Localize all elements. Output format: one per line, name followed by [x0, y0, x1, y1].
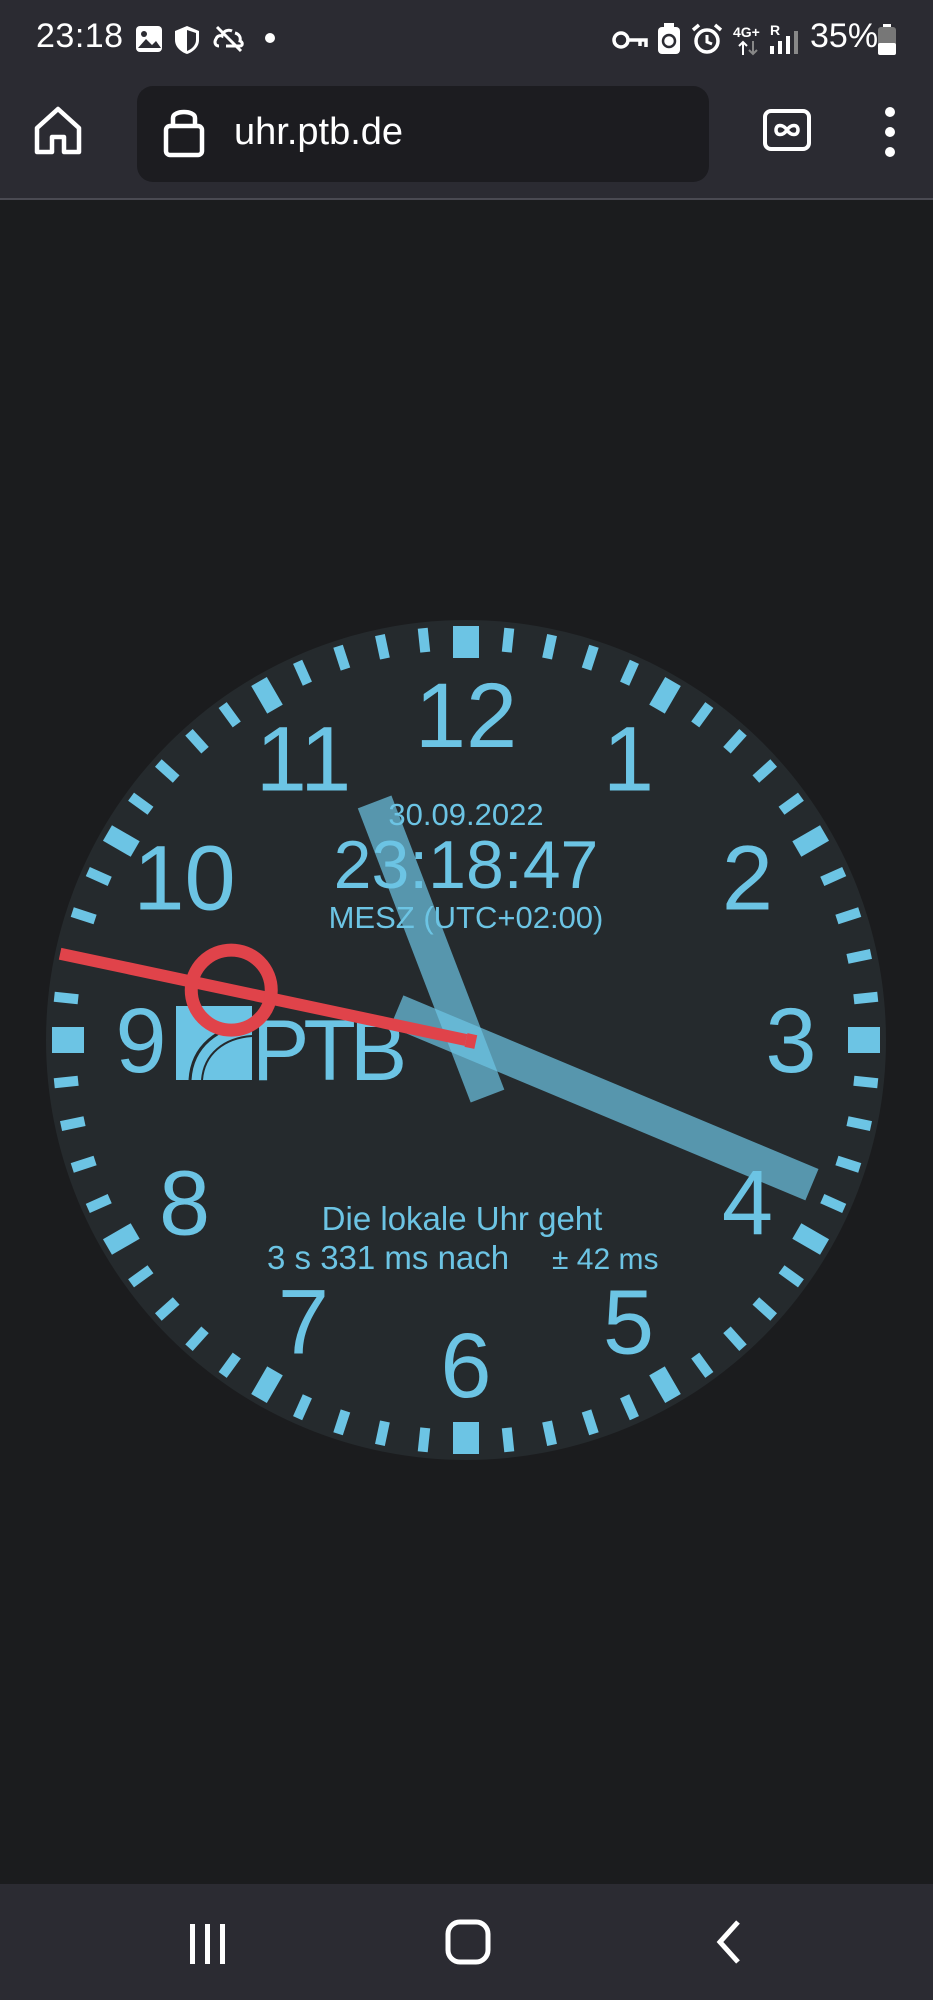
tab-switcher-button[interactable]: [762, 108, 812, 152]
url-bar[interactable]: uhr.ptb.de: [137, 86, 709, 182]
minute-tick: [853, 1075, 879, 1089]
minute-tick: [853, 991, 879, 1005]
numeral-11: 11: [256, 709, 352, 811]
minute-tick: [375, 634, 390, 660]
shield-icon: [175, 26, 199, 54]
second-hand-tail: [464, 1033, 478, 1049]
minute-tick: [60, 1116, 86, 1131]
clock-timezone: MESZ (UTC+02:00): [329, 900, 604, 935]
minute-tick: [846, 949, 872, 964]
numeral-10: 10: [133, 828, 235, 930]
minute-tick: [835, 907, 862, 925]
minute-tick: [70, 907, 97, 925]
home-button[interactable]: [32, 104, 84, 156]
url-text[interactable]: uhr.ptb.de: [234, 111, 403, 154]
minute-tick: [333, 1409, 351, 1436]
battery-icon: [878, 24, 896, 55]
minute-tick: [501, 627, 515, 653]
recycle-icon: [658, 23, 680, 54]
minute-tick: [417, 627, 431, 653]
home-nav-button[interactable]: [444, 1917, 492, 1967]
numeral-6: 6: [440, 1315, 491, 1417]
numeral-3: 3: [765, 990, 816, 1092]
network-type-label: 4G+: [733, 24, 760, 40]
minute-tick: [581, 644, 599, 671]
minute-tick: [333, 644, 351, 671]
numeral-1: 1: [603, 709, 654, 811]
numeral-12: 12: [415, 665, 517, 767]
menu-button[interactable]: [880, 106, 900, 158]
minute-tick: [53, 1075, 79, 1089]
numeral-7: 7: [278, 1271, 329, 1373]
numeral-2: 2: [722, 828, 773, 930]
navigation-bar: [0, 1884, 933, 2000]
network-icon: 4G+: [733, 24, 763, 56]
back-button[interactable]: [712, 1918, 744, 1966]
battery-percent: 35%: [810, 17, 879, 55]
browser-toolbar: uhr.ptb.de: [0, 78, 933, 200]
vpn-key-icon: [612, 31, 648, 49]
notification-dot-icon: [265, 33, 275, 43]
alarm-icon: [691, 23, 723, 54]
minute-tick: [501, 1427, 515, 1453]
offset-line2: 3 s 331 ms nach: [267, 1239, 509, 1276]
clock-area: 12 1 2 3 4 5 6 7 8 9 10 11 30.09.2022 23:18:47 MESZ…: [0, 200, 933, 1884]
sync-off-icon: [213, 25, 244, 53]
numeral-5: 5: [603, 1271, 654, 1373]
offset-line1: Die lokale Uhr geht: [322, 1200, 603, 1237]
status-time: 23:18: [36, 17, 124, 55]
minute-tick: [542, 1420, 557, 1446]
minute-tick: [70, 1155, 97, 1173]
minute-tick: [846, 1116, 872, 1131]
minute-tick: [53, 991, 79, 1005]
gallery-icon: [136, 26, 162, 52]
minute-tick: [581, 1409, 599, 1436]
minute-tick: [417, 1427, 431, 1453]
offset-uncertainty: ± 42 ms: [552, 1243, 659, 1276]
minute-tick: [542, 634, 557, 660]
status-bar: 23:18 4G+ R 35%: [0, 0, 933, 78]
clock: 12 1234567891011 30.09.2022 23:18:47 MESZ…: [46, 620, 886, 1460]
minute-tick: [375, 1420, 390, 1446]
signal-icon: R: [768, 22, 802, 56]
recent-apps-button[interactable]: [180, 1920, 236, 1970]
numeral-8: 8: [159, 1153, 210, 1255]
minute-tick: [835, 1155, 862, 1173]
numeral-9: 9: [115, 990, 166, 1092]
lock-icon[interactable]: [163, 104, 205, 158]
